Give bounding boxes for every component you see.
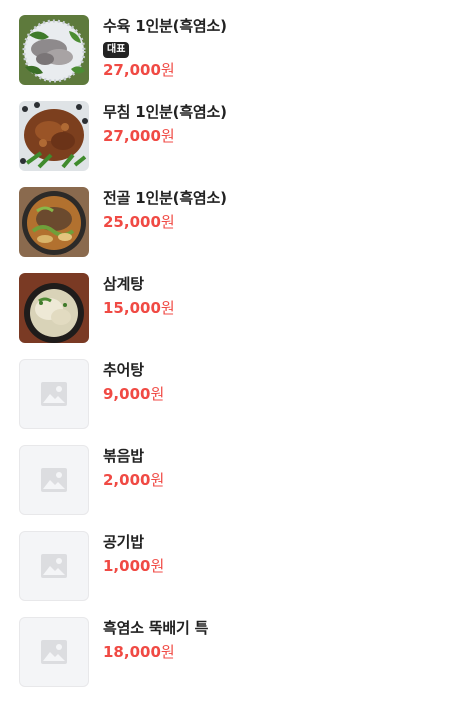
currency-unit: 원	[150, 557, 165, 575]
currency-unit: 원	[160, 213, 175, 231]
menu-item-info: 볶음밥 2,000원	[103, 445, 440, 491]
image-placeholder-icon	[41, 382, 67, 406]
menu-item-price: 27,000원	[103, 59, 440, 81]
menu-item-price: 25,000원	[103, 211, 440, 233]
menu-item-name: 무침 1인분(흑염소)	[103, 103, 227, 121]
menu-item-price: 15,000원	[103, 297, 440, 319]
menu-item[interactable]: 무침 1인분(흑염소) 27,000원	[0, 86, 450, 172]
menu-item-price: 2,000원	[103, 469, 440, 491]
menu-item[interactable]: 공기밥 1,000원	[0, 516, 450, 602]
menu-item-info: 추어탕 9,000원	[103, 359, 440, 405]
menu-item-price: 9,000원	[103, 383, 440, 405]
currency-unit: 원	[150, 385, 165, 403]
menu-item-info: 무침 1인분(흑염소) 27,000원	[103, 101, 440, 147]
menu-item-photo	[19, 273, 89, 343]
menu-item-name: 공기밥	[103, 533, 144, 551]
menu-item-name: 전골 1인분(흑염소)	[103, 189, 227, 207]
menu-item-info: 수육 1인분(흑염소) 대표 27,000원	[103, 15, 440, 81]
signature-badge: 대표	[103, 42, 130, 58]
price-value: 1,000	[103, 557, 151, 575]
menu-item-name: 추어탕	[103, 361, 144, 379]
menu-item-info: 흑염소 뚝배기 특 18,000원	[103, 617, 440, 663]
menu-item-photo-placeholder	[19, 531, 89, 601]
menu-item-photo	[19, 15, 89, 85]
price-value: 9,000	[103, 385, 151, 403]
menu-item[interactable]: 볶음밥 2,000원	[0, 430, 450, 516]
menu-item-photo-placeholder	[19, 445, 89, 515]
price-value: 2,000	[103, 471, 151, 489]
price-value: 15,000	[103, 299, 161, 317]
menu-item[interactable]: 흑염소 뚝배기 특 18,000원	[0, 602, 450, 688]
currency-unit: 원	[160, 643, 175, 661]
currency-unit: 원	[160, 299, 175, 317]
menu-item-name: 흑염소 뚝배기 특	[103, 619, 209, 637]
menu-item-photo-placeholder	[19, 359, 89, 429]
menu-item-info: 삼계탕 15,000원	[103, 273, 440, 319]
menu-item[interactable]: 추어탕 9,000원	[0, 344, 450, 430]
menu-item[interactable]: 전골 1인분(흑염소) 25,000원	[0, 172, 450, 258]
menu-item-name: 수육 1인분(흑염소)	[103, 17, 227, 35]
menu-item-photo	[19, 187, 89, 257]
price-value: 27,000	[103, 61, 161, 79]
menu-item-price: 18,000원	[103, 641, 440, 663]
currency-unit: 원	[160, 127, 175, 145]
price-value: 25,000	[103, 213, 161, 231]
menu-item-name: 볶음밥	[103, 447, 144, 465]
image-placeholder-icon	[41, 468, 67, 492]
currency-unit: 원	[150, 471, 165, 489]
menu-item-info: 공기밥 1,000원	[103, 531, 440, 577]
menu-item-price: 1,000원	[103, 555, 440, 577]
image-placeholder-icon	[41, 554, 67, 578]
price-value: 27,000	[103, 127, 161, 145]
menu-item-name: 삼계탕	[103, 275, 144, 293]
menu-item[interactable]: 삼계탕 15,000원	[0, 258, 450, 344]
menu-item-info: 전골 1인분(흑염소) 25,000원	[103, 187, 440, 233]
currency-unit: 원	[160, 61, 175, 79]
menu-item-price: 27,000원	[103, 125, 440, 147]
price-value: 18,000	[103, 643, 161, 661]
menu-item-photo-placeholder	[19, 617, 89, 687]
menu-item[interactable]: 수육 1인분(흑염소) 대표 27,000원	[0, 0, 450, 86]
image-placeholder-icon	[41, 640, 67, 664]
menu-list: 수육 1인분(흑염소) 대표 27,000원 무침 1인분(흑염소) 27,00…	[0, 0, 450, 688]
menu-item-photo	[19, 101, 89, 171]
